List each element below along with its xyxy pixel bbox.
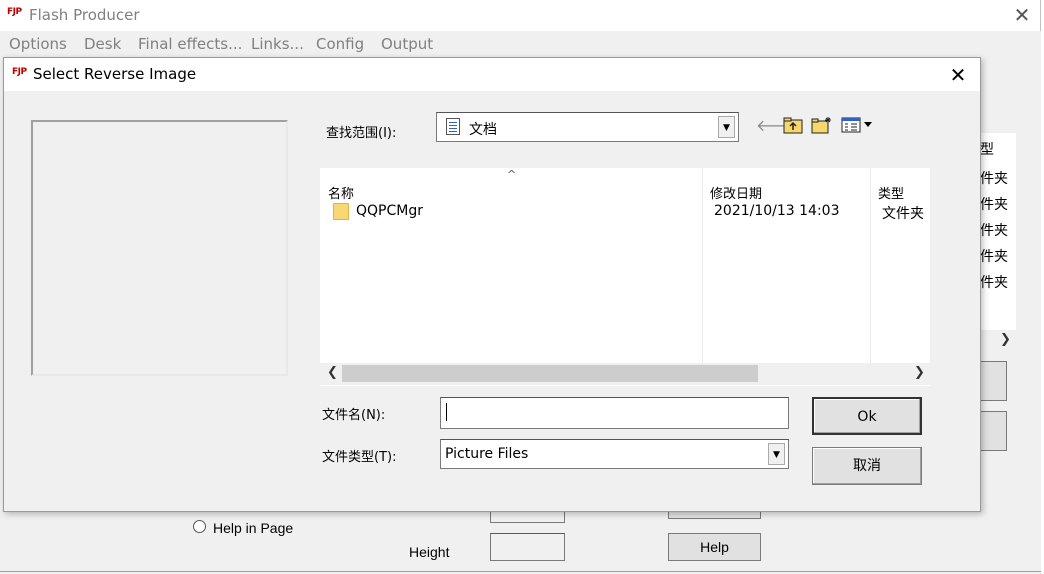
dialog-titlebar: FJP Select Reverse Image ✕ bbox=[4, 58, 980, 91]
menu-config[interactable]: Config bbox=[316, 35, 364, 53]
column-separator bbox=[702, 168, 703, 364]
menu-final-effects[interactable]: Final effects... bbox=[138, 35, 242, 53]
help-in-page-label: Help in Page bbox=[213, 520, 294, 536]
scroll-left-icon[interactable]: ❮ bbox=[327, 365, 338, 380]
filetype-label: 文件类型(T): bbox=[322, 450, 397, 465]
help-button[interactable]: Help bbox=[668, 533, 761, 561]
file-type: 文件夹 bbox=[882, 206, 924, 222]
sort-up-icon: ^ bbox=[507, 168, 517, 181]
scroll-right-icon[interactable]: ❯ bbox=[1000, 332, 1011, 347]
file-date: 2021/10/13 14:03 bbox=[714, 203, 840, 219]
menu-output[interactable]: Output bbox=[381, 35, 433, 53]
file-name: QQPCMgr bbox=[356, 203, 423, 219]
background-list: 型 件夹 件夹 件夹 件夹 件夹 bbox=[980, 133, 1016, 330]
menu-desk[interactable]: Desk bbox=[84, 35, 121, 53]
menu-links[interactable]: Links... bbox=[251, 35, 304, 53]
background-list-item: 件夹 bbox=[980, 223, 1008, 239]
chevron-down-icon[interactable]: ▼ bbox=[718, 116, 735, 138]
chevron-down-icon[interactable]: ▼ bbox=[768, 443, 785, 465]
file-list[interactable]: ^ 名称 修改日期 类型 QQPCMgr 2021/10/13 14:03 文件… bbox=[320, 168, 930, 386]
app-title: Flash Producer bbox=[29, 6, 140, 24]
filename-label: 文件名(N): bbox=[322, 408, 386, 423]
height-input[interactable] bbox=[490, 533, 565, 561]
height-label: Height bbox=[409, 544, 450, 560]
background-list-item: 件夹 bbox=[980, 275, 1008, 291]
column-separator bbox=[870, 168, 871, 364]
filetype-dropdown[interactable]: Picture Files ▼ bbox=[440, 439, 789, 469]
dialog-logo: FJP bbox=[12, 67, 27, 77]
folder-icon bbox=[333, 203, 349, 220]
background-list-header: 型 bbox=[980, 142, 994, 158]
text-caret bbox=[446, 403, 447, 421]
main-titlebar: FJP Flash Producer ✕ bbox=[0, 0, 1044, 31]
up-folder-icon[interactable] bbox=[782, 116, 804, 136]
close-icon[interactable]: ✕ bbox=[1010, 2, 1034, 28]
scrollbar-thumb[interactable] bbox=[342, 365, 758, 382]
scroll-right-icon[interactable]: ❯ bbox=[914, 365, 925, 380]
view-menu-icon[interactable] bbox=[840, 116, 876, 136]
new-folder-icon[interactable] bbox=[811, 116, 833, 136]
help-in-page-radio[interactable] bbox=[193, 520, 206, 533]
menubar: Options Desk Final effects... Links... C… bbox=[0, 31, 1044, 57]
ok-button[interactable]: Ok bbox=[812, 397, 922, 435]
select-image-dialog: FJP Select Reverse Image ✕ 查找范围(I): 文档 ▼… bbox=[3, 57, 981, 512]
filename-input[interactable] bbox=[440, 397, 789, 429]
close-icon[interactable]: ✕ bbox=[944, 61, 972, 89]
background-list-item: 件夹 bbox=[980, 171, 1008, 187]
back-arrow-icon[interactable]: 🡐 bbox=[756, 116, 799, 136]
menu-options[interactable]: Options bbox=[9, 35, 67, 53]
file-row[interactable]: QQPCMgr 2021/10/13 14:03 文件夹 bbox=[320, 200, 930, 224]
background-list-item: 件夹 bbox=[980, 249, 1008, 265]
filetype-value: Picture Files bbox=[445, 446, 529, 462]
dialog-title: Select Reverse Image bbox=[33, 65, 197, 83]
document-icon bbox=[446, 118, 460, 135]
lookin-label: 查找范围(I): bbox=[326, 126, 397, 141]
lookin-dropdown[interactable]: 文档 ▼ bbox=[436, 112, 739, 142]
status-divider bbox=[0, 571, 1041, 572]
lookin-value: 文档 bbox=[469, 122, 497, 138]
horizontal-scrollbar[interactable]: ❮ ❯ bbox=[320, 363, 930, 385]
app-logo: FJP bbox=[7, 7, 22, 17]
image-preview bbox=[31, 120, 288, 376]
cancel-button[interactable]: 取消 bbox=[812, 447, 922, 485]
background-list-item: 件夹 bbox=[980, 197, 1008, 213]
